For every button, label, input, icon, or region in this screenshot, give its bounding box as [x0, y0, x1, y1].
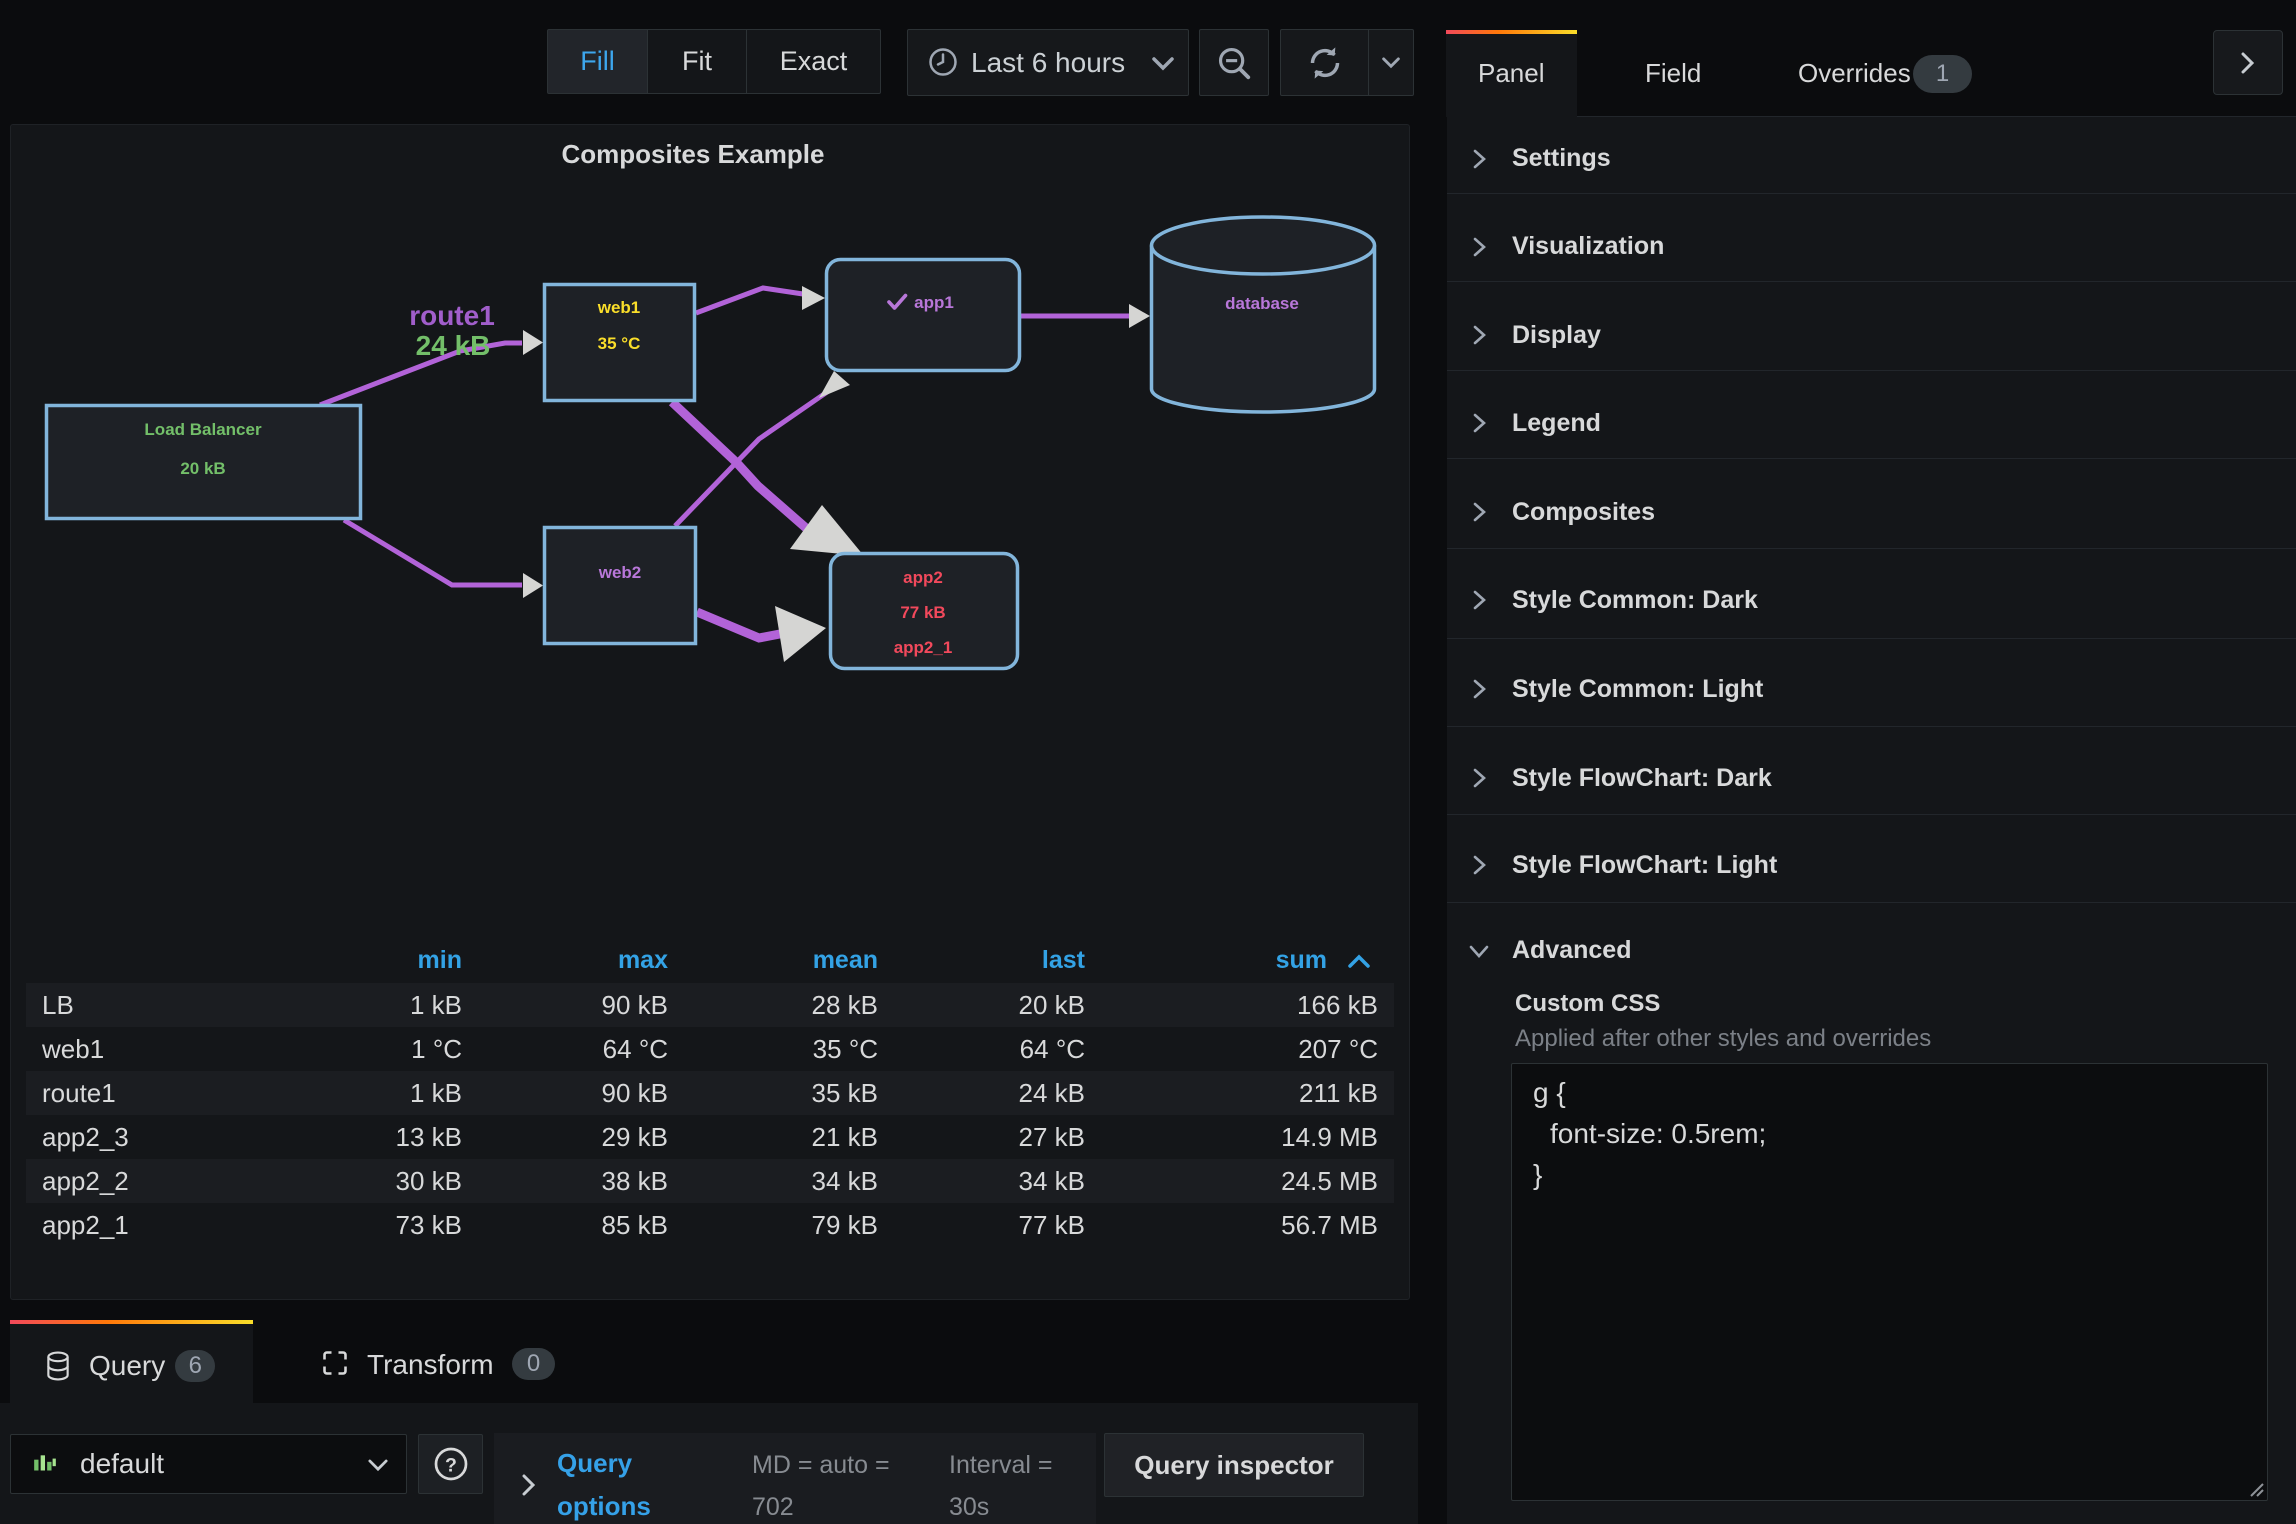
svg-text:20 kB: 20 kB: [180, 459, 225, 478]
svg-text:35 °C: 35 °C: [598, 334, 641, 353]
svg-text:app1: app1: [914, 293, 954, 312]
svg-text:route1: route1: [409, 300, 495, 331]
svg-text:Load Balancer: Load Balancer: [144, 420, 262, 439]
svg-text:app2: app2: [903, 568, 943, 587]
svg-text:web2: web2: [598, 563, 642, 582]
svg-text:77 kB: 77 kB: [900, 603, 945, 622]
svg-text:app2_1: app2_1: [894, 638, 953, 657]
svg-text:web1: web1: [597, 298, 641, 317]
svg-text:?: ?: [445, 1455, 457, 1477]
svg-text:database: database: [1225, 294, 1299, 313]
svg-text:24 kB: 24 kB: [416, 330, 491, 361]
